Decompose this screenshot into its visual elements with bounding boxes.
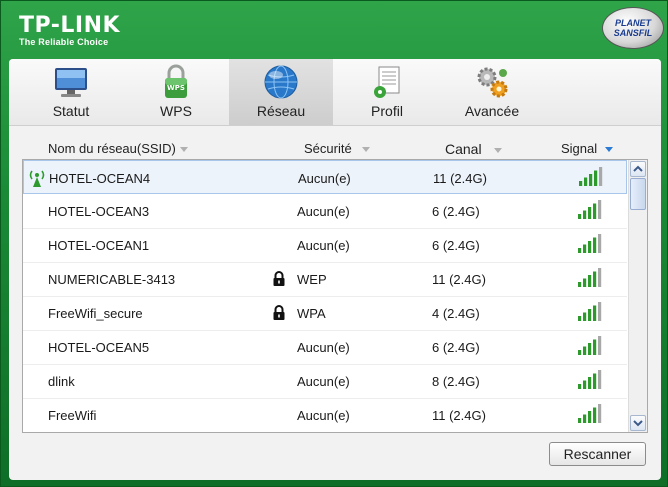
network-channel: 8 (2.4G) <box>432 374 480 389</box>
scroll-up-button[interactable] <box>630 161 646 177</box>
network-security: Aucun(e) <box>297 340 350 355</box>
tab-label: Statut <box>52 103 90 119</box>
column-header-channel[interactable]: Canal <box>445 141 502 157</box>
network-row[interactable]: NUMERICABLE-3413 WEP 11 (2.4G) <box>23 262 627 297</box>
network-security: Aucun(e) <box>297 238 350 253</box>
network-security: Aucun(e) <box>298 171 351 186</box>
tab-wps[interactable]: WPS WPS <box>124 59 228 125</box>
sort-arrow-icon <box>361 147 370 153</box>
network-row[interactable]: HOTEL-OCEAN1 Aucun(e) 6 (2.4G) <box>23 228 627 263</box>
network-ssid: HOTEL-OCEAN5 <box>48 340 150 355</box>
app-window: TP-LINK The Reliable Choice PLANET SANSF… <box>0 0 668 487</box>
network-ssid: HOTEL-OCEAN4 <box>49 171 151 186</box>
wps-lock-icon: WPS <box>165 64 187 98</box>
network-row[interactable]: FreeWifi Aucun(e) 11 (2.4G) <box>23 398 627 432</box>
network-list[interactable]: HOTEL-OCEAN4 Aucun(e) 11 (2.4G) HOTEL-OCEAN… <box>22 159 648 433</box>
tab-label: Réseau <box>256 103 306 119</box>
network-security: Aucun(e) <box>297 408 350 423</box>
network-channel: 11 (2.4G) <box>432 408 486 423</box>
globe-icon <box>264 65 298 99</box>
tab-profil[interactable]: Profil <box>335 59 439 125</box>
gears-icon <box>477 67 508 98</box>
network-row[interactable]: HOTEL-OCEAN4 Aucun(e) 11 (2.4G) <box>23 160 627 194</box>
column-header-ssid[interactable]: Nom du réseau(SSID) <box>48 141 188 156</box>
sort-arrow-icon <box>493 148 502 154</box>
sort-arrow-icon <box>605 147 614 153</box>
network-ssid: FreeWifi_secure <box>48 306 143 321</box>
column-header-signal[interactable]: Signal <box>561 141 614 156</box>
tab-label: Profil <box>371 103 403 119</box>
main-panel: Statut WPS WPS Réseau Profil Avancée Nom… <box>9 59 661 480</box>
network-security: WEP <box>297 272 327 287</box>
tab-label: Avancée <box>464 103 520 119</box>
signal-strength-icon <box>578 234 602 253</box>
badge-line2: SANSFIL <box>613 28 653 38</box>
connected-antenna-icon <box>29 170 45 187</box>
network-security: Aucun(e) <box>297 374 350 389</box>
lock-icon <box>273 271 285 286</box>
signal-strength-icon <box>579 167 603 186</box>
network-security: Aucun(e) <box>297 204 350 219</box>
tab-reseau[interactable]: Réseau <box>229 59 333 125</box>
list-header: Nom du réseau(SSID) Sécurité Canal Signa… <box>22 139 648 159</box>
tab-label: WPS <box>160 103 192 119</box>
network-channel: 6 (2.4G) <box>432 238 480 253</box>
brand-logo: TP-LINK The Reliable Choice <box>19 13 120 47</box>
vertical-scrollbar[interactable] <box>628 160 647 432</box>
network-ssid: NUMERICABLE-3413 <box>48 272 176 287</box>
signal-strength-icon <box>578 336 602 355</box>
badge-line1: PLANET <box>615 18 651 28</box>
scroll-thumb[interactable] <box>630 178 646 210</box>
signal-strength-icon <box>578 302 602 321</box>
network-channel: 11 (2.4G) <box>433 171 487 186</box>
network-ssid: HOTEL-OCEAN1 <box>48 238 150 253</box>
monitor-icon <box>55 68 87 97</box>
network-ssid: dlink <box>48 374 75 389</box>
network-row[interactable]: dlink Aucun(e) 8 (2.4G) <box>23 364 627 399</box>
profile-document-icon <box>374 66 400 98</box>
network-channel: 4 (2.4G) <box>432 306 480 321</box>
network-row[interactable]: FreeWifi_secure WPA 4 (2.4G) <box>23 296 627 331</box>
network-channel: 11 (2.4G) <box>432 272 486 287</box>
tab-avancee[interactable]: Avancée <box>440 59 544 125</box>
network-row[interactable]: HOTEL-OCEAN5 Aucun(e) 6 (2.4G) <box>23 330 627 365</box>
network-ssid: FreeWifi <box>48 408 97 423</box>
network-row[interactable]: HOTEL-OCEAN3 Aucun(e) 6 (2.4G) <box>23 194 627 229</box>
network-ssid: HOTEL-OCEAN3 <box>48 204 150 219</box>
network-channel: 6 (2.4G) <box>432 204 480 219</box>
brand-tagline: The Reliable Choice <box>19 37 109 47</box>
network-list-area: Nom du réseau(SSID) Sécurité Canal Signa… <box>22 131 648 433</box>
lock-icon <box>273 305 285 320</box>
rescan-button[interactable]: Rescanner <box>549 442 646 466</box>
scroll-down-button[interactable] <box>630 415 646 431</box>
signal-strength-icon <box>578 370 602 389</box>
chevron-up-icon <box>633 165 643 172</box>
tab-bar: Statut WPS WPS Réseau Profil Avancée <box>9 59 661 126</box>
tab-statut[interactable]: Statut <box>19 59 123 125</box>
column-header-security[interactable]: Sécurité <box>304 141 370 156</box>
sort-arrow-icon <box>179 147 188 153</box>
signal-strength-icon <box>578 200 602 219</box>
network-security: WPA <box>297 306 326 321</box>
chevron-down-icon <box>633 420 643 427</box>
watermark-badge: PLANET SANSFIL <box>602 7 664 49</box>
brand-name: TP-LINK <box>19 13 121 38</box>
svg-text:WPS: WPS <box>167 84 185 92</box>
signal-strength-icon <box>578 404 602 423</box>
network-channel: 6 (2.4G) <box>432 340 480 355</box>
signal-strength-icon <box>578 268 602 287</box>
